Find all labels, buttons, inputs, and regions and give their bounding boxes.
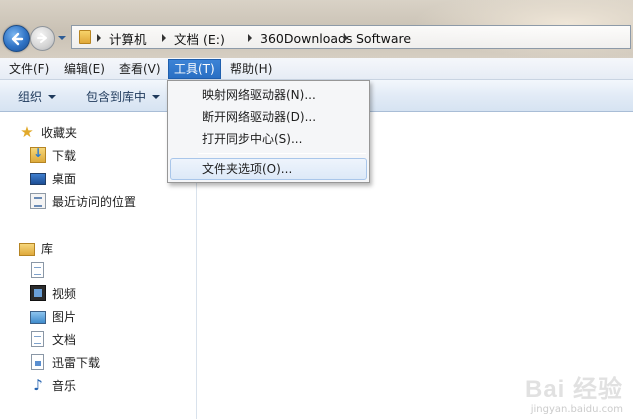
recent-pages-dropdown[interactable]: [58, 36, 66, 40]
star-icon: ★: [20, 123, 34, 141]
tools-dropdown-menu: 映射网络驱动器(N)... 断开网络驱动器(D)... 打开同步中心(S)...…: [167, 80, 370, 183]
breadcrumb-drive-e[interactable]: 文档 (E:): [162, 30, 225, 47]
video-icon: [30, 285, 46, 301]
menu-bar: 文件(F) 编辑(E) 查看(V) 工具(T) 帮助(H): [0, 58, 633, 80]
breadcrumb-software[interactable]: Software: [344, 30, 411, 46]
watermark-url: jingyan.baidu.com: [530, 404, 623, 415]
nav-item-desktop[interactable]: 桌面: [30, 168, 76, 188]
chevron-right-icon[interactable]: [248, 34, 252, 42]
chevron-right-icon[interactable]: [97, 34, 101, 42]
menu-item-disconnect-network-drive[interactable]: 断开网络驱动器(D)...: [170, 106, 367, 128]
nav-item-library-unnamed[interactable]: [30, 260, 52, 280]
nav-item-thunder-downloads[interactable]: 迅雷下载: [30, 352, 100, 372]
menu-item-map-network-drive[interactable]: 映射网络驱动器(N)...: [170, 84, 367, 106]
nav-item-recent-places[interactable]: 最近访问的位置: [30, 191, 136, 211]
menu-item-open-sync-center[interactable]: 打开同步中心(S)...: [170, 128, 367, 150]
nav-label: 下载: [52, 148, 77, 163]
chevron-down-icon: [152, 94, 161, 99]
nav-libraries[interactable]: 库: [19, 238, 53, 258]
breadcrumb-360downloads[interactable]: 360Downloads: [248, 30, 353, 46]
watermark: Bai 经验 jingyan.baidu.com: [525, 369, 623, 415]
chevron-right-icon[interactable]: [162, 34, 166, 42]
address-bar[interactable]: 计算机 文档 (E:) 360Downloads Software: [71, 25, 631, 49]
thunder-download-icon: [31, 354, 44, 370]
breadcrumb-label: 文档 (E:): [174, 31, 225, 47]
breadcrumb-computer[interactable]: 计算机: [97, 30, 147, 47]
nav-label: 库: [41, 241, 54, 256]
menu-help[interactable]: 帮助(H): [225, 59, 277, 79]
back-button[interactable]: [3, 25, 30, 52]
nav-label: 最近访问的位置: [52, 194, 137, 209]
organize-label: 组织: [18, 90, 43, 104]
nav-item-pictures[interactable]: 图片: [30, 306, 76, 326]
organize-button[interactable]: 组织: [18, 88, 57, 105]
nav-item-downloads[interactable]: 下载: [30, 145, 76, 165]
nav-favorites[interactable]: ★ 收藏夹: [19, 122, 77, 142]
watermark-logo: Bai 经验: [524, 376, 623, 403]
desktop-icon: [30, 173, 46, 185]
picture-icon: [30, 310, 46, 324]
library-document-icon: [31, 262, 44, 278]
nav-label: 迅雷下载: [52, 355, 101, 370]
music-note-icon: ♪: [33, 376, 43, 394]
nav-label: 文档: [52, 332, 77, 347]
folder-icon: [79, 30, 91, 44]
include-in-library-button[interactable]: 包含到库中: [86, 88, 161, 105]
nav-label: 收藏夹: [41, 125, 78, 140]
chevron-down-icon: [48, 94, 57, 99]
arrow-right-icon: [37, 33, 47, 43]
nav-label: 图片: [52, 309, 77, 324]
menu-view[interactable]: 查看(V): [114, 59, 166, 79]
arrow-left-icon: [11, 32, 24, 46]
nav-item-videos[interactable]: 视频: [30, 283, 76, 303]
menu-item-folder-options[interactable]: 文件夹选项(O)...: [170, 158, 367, 180]
library-icon: [19, 242, 35, 256]
breadcrumb-label: 计算机: [109, 31, 147, 47]
nav-label: 视频: [52, 286, 77, 301]
forward-button[interactable]: [30, 26, 55, 51]
include-in-library-label: 包含到库中: [86, 90, 147, 104]
nav-label: 音乐: [52, 378, 77, 393]
chevron-right-icon[interactable]: [344, 34, 348, 42]
menu-tools[interactable]: 工具(T): [168, 59, 221, 79]
nav-item-documents[interactable]: 文档: [30, 329, 76, 349]
breadcrumb-label: 360Downloads: [260, 30, 353, 46]
nav-item-music[interactable]: ♪ 音乐: [30, 375, 76, 395]
downloads-folder-icon: [30, 146, 46, 163]
document-icon: [31, 331, 44, 347]
nav-label: 桌面: [52, 171, 77, 186]
menu-edit[interactable]: 编辑(E): [59, 59, 110, 79]
breadcrumb-label: Software: [356, 30, 412, 46]
recent-places-icon: [30, 193, 46, 209]
menu-file[interactable]: 文件(F): [4, 59, 54, 79]
menu-separator: [198, 153, 366, 154]
